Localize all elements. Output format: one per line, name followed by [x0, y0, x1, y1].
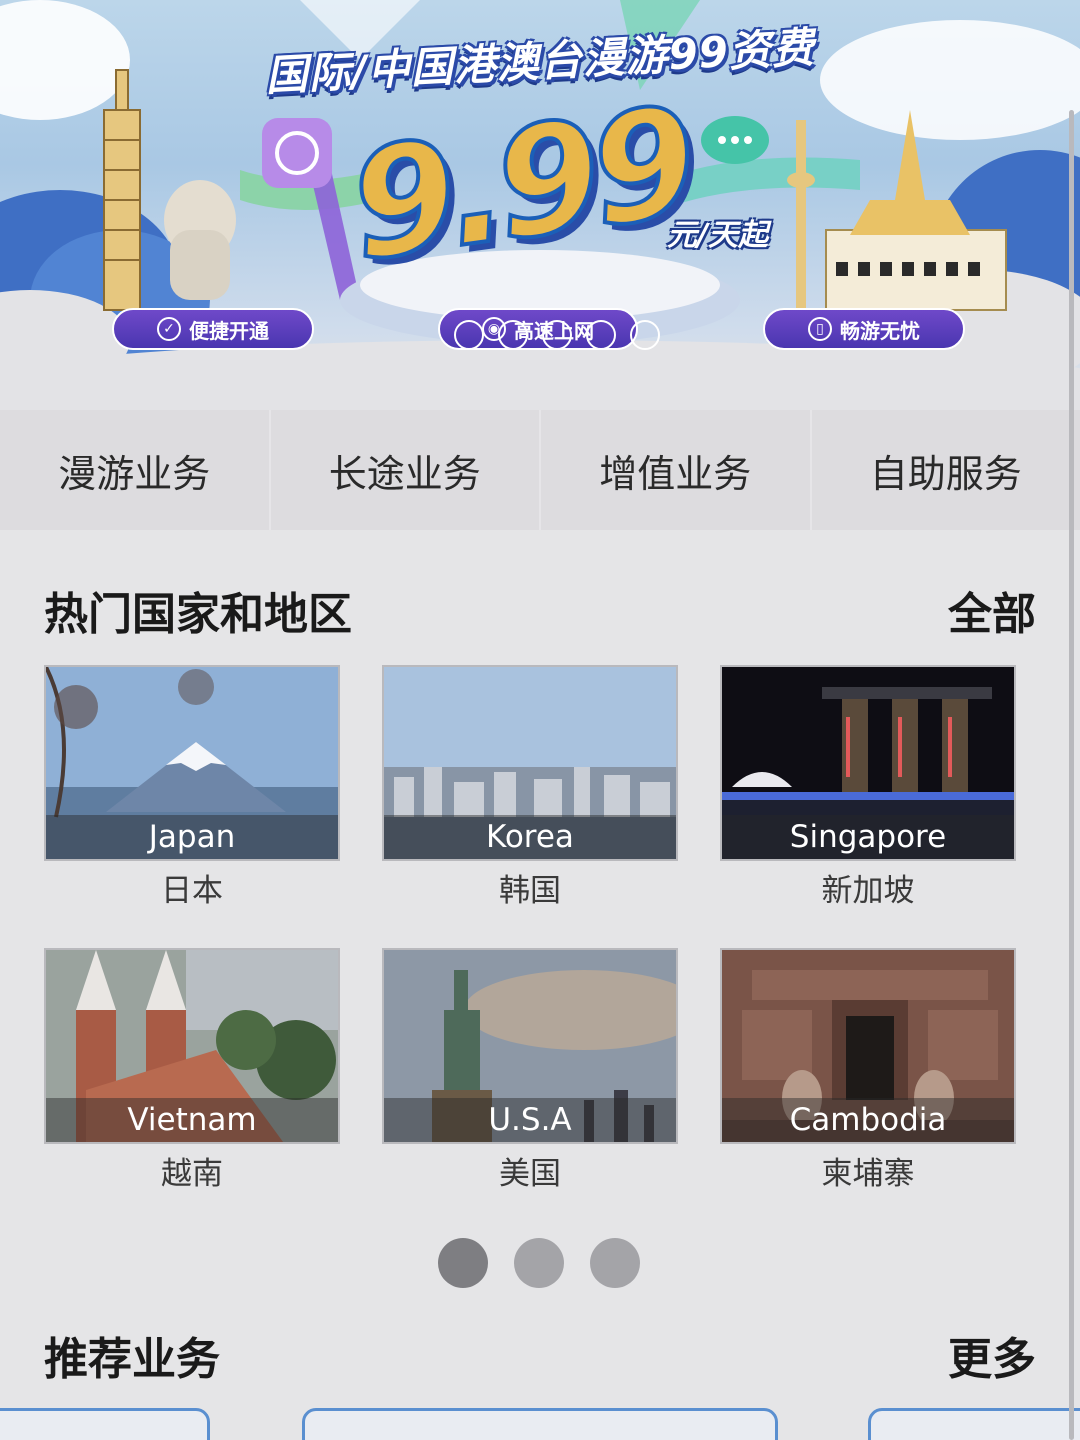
recommended-card[interactable]: [0, 1408, 210, 1440]
carousel-dot[interactable]: [586, 320, 616, 350]
destination-card-cambodia[interactable]: Cambodia 柬埔寨: [720, 948, 1016, 1194]
pager-dot[interactable]: [514, 1238, 564, 1288]
destination-name-en: Cambodia: [722, 1098, 1014, 1142]
service-tabs: 漫游业务 长途业务 增值业务 自助服务: [0, 410, 1080, 530]
destination-card-korea[interactable]: Korea 韩国: [382, 665, 678, 911]
feature-pill-label: 畅游无忧: [840, 318, 920, 343]
promo-banner[interactable]: 国际/中国港澳台漫游99资费 9.99 元/天起 ✓ 便捷开通 ◉ 高速上网 ▯…: [0, 0, 1080, 410]
tab-self-service[interactable]: 自助服务: [812, 410, 1080, 530]
banner-carousel-indicator[interactable]: [454, 320, 660, 350]
carousel-dot[interactable]: [498, 320, 528, 350]
destination-name-zh: 韩国: [499, 872, 561, 909]
destination-photo: Vietnam: [44, 948, 340, 1144]
destination-photo: U.S.A: [382, 948, 678, 1144]
banner-price-unit: 元/天起: [667, 218, 768, 253]
destination-name-en: U.S.A: [384, 1098, 676, 1142]
destination-name-zh: 柬埔寨: [821, 1155, 915, 1192]
view-all-link[interactable]: 全部: [948, 578, 1036, 642]
recommended-card[interactable]: [868, 1408, 1080, 1440]
feature-pill-label: 便捷开通: [189, 318, 269, 343]
carousel-dot[interactable]: [630, 320, 660, 350]
section-title: 热门国家和地区: [44, 589, 352, 640]
tab-value-added[interactable]: 增值业务: [541, 410, 812, 530]
destination-name-zh: 越南: [161, 1155, 223, 1192]
destination-card-usa[interactable]: U.S.A 美国: [382, 948, 678, 1194]
tab-long-distance[interactable]: 长途业务: [271, 410, 541, 530]
destination-name-en: Korea: [384, 815, 676, 859]
pager-dot[interactable]: [438, 1238, 488, 1288]
hot-destinations-header: 热门国家和地区 全部: [44, 580, 1036, 640]
recommended-card[interactable]: [302, 1408, 778, 1440]
feature-pill-worry-free: ▯ 畅游无忧: [763, 308, 965, 350]
destination-name-zh: 美国: [499, 1155, 561, 1192]
destination-photo: Japan: [44, 665, 340, 861]
phone-icon: ▯: [808, 317, 832, 341]
feature-pill-easy-activation: ✓ 便捷开通: [112, 308, 314, 350]
destination-name-en: Singapore: [722, 815, 1014, 859]
recommended-header: 推荐业务 更多: [44, 1325, 1036, 1385]
check-circle-icon: ✓: [157, 317, 181, 341]
destination-name-zh: 新加坡: [821, 872, 915, 909]
carousel-dot[interactable]: [454, 320, 484, 350]
more-link[interactable]: 更多: [948, 1323, 1036, 1387]
tab-roaming[interactable]: 漫游业务: [0, 410, 271, 530]
section-title: 推荐业务: [44, 1334, 220, 1385]
destinations-pager[interactable]: [438, 1238, 640, 1288]
destination-photo: Singapore: [720, 665, 1016, 861]
destination-card-japan[interactable]: Japan 日本: [44, 665, 340, 911]
pager-dot[interactable]: [590, 1238, 640, 1288]
destination-name-en: Vietnam: [46, 1098, 338, 1142]
destination-card-vietnam[interactable]: Vietnam 越南: [44, 948, 340, 1194]
carousel-dot[interactable]: [542, 320, 572, 350]
destination-name-en: Japan: [46, 815, 338, 859]
destination-photo: Cambodia: [720, 948, 1016, 1144]
destination-photo: Korea: [382, 665, 678, 861]
destination-name-zh: 日本: [161, 872, 223, 909]
destination-card-singapore[interactable]: Singapore 新加坡: [720, 665, 1016, 911]
scrollbar[interactable]: [1069, 110, 1074, 1440]
